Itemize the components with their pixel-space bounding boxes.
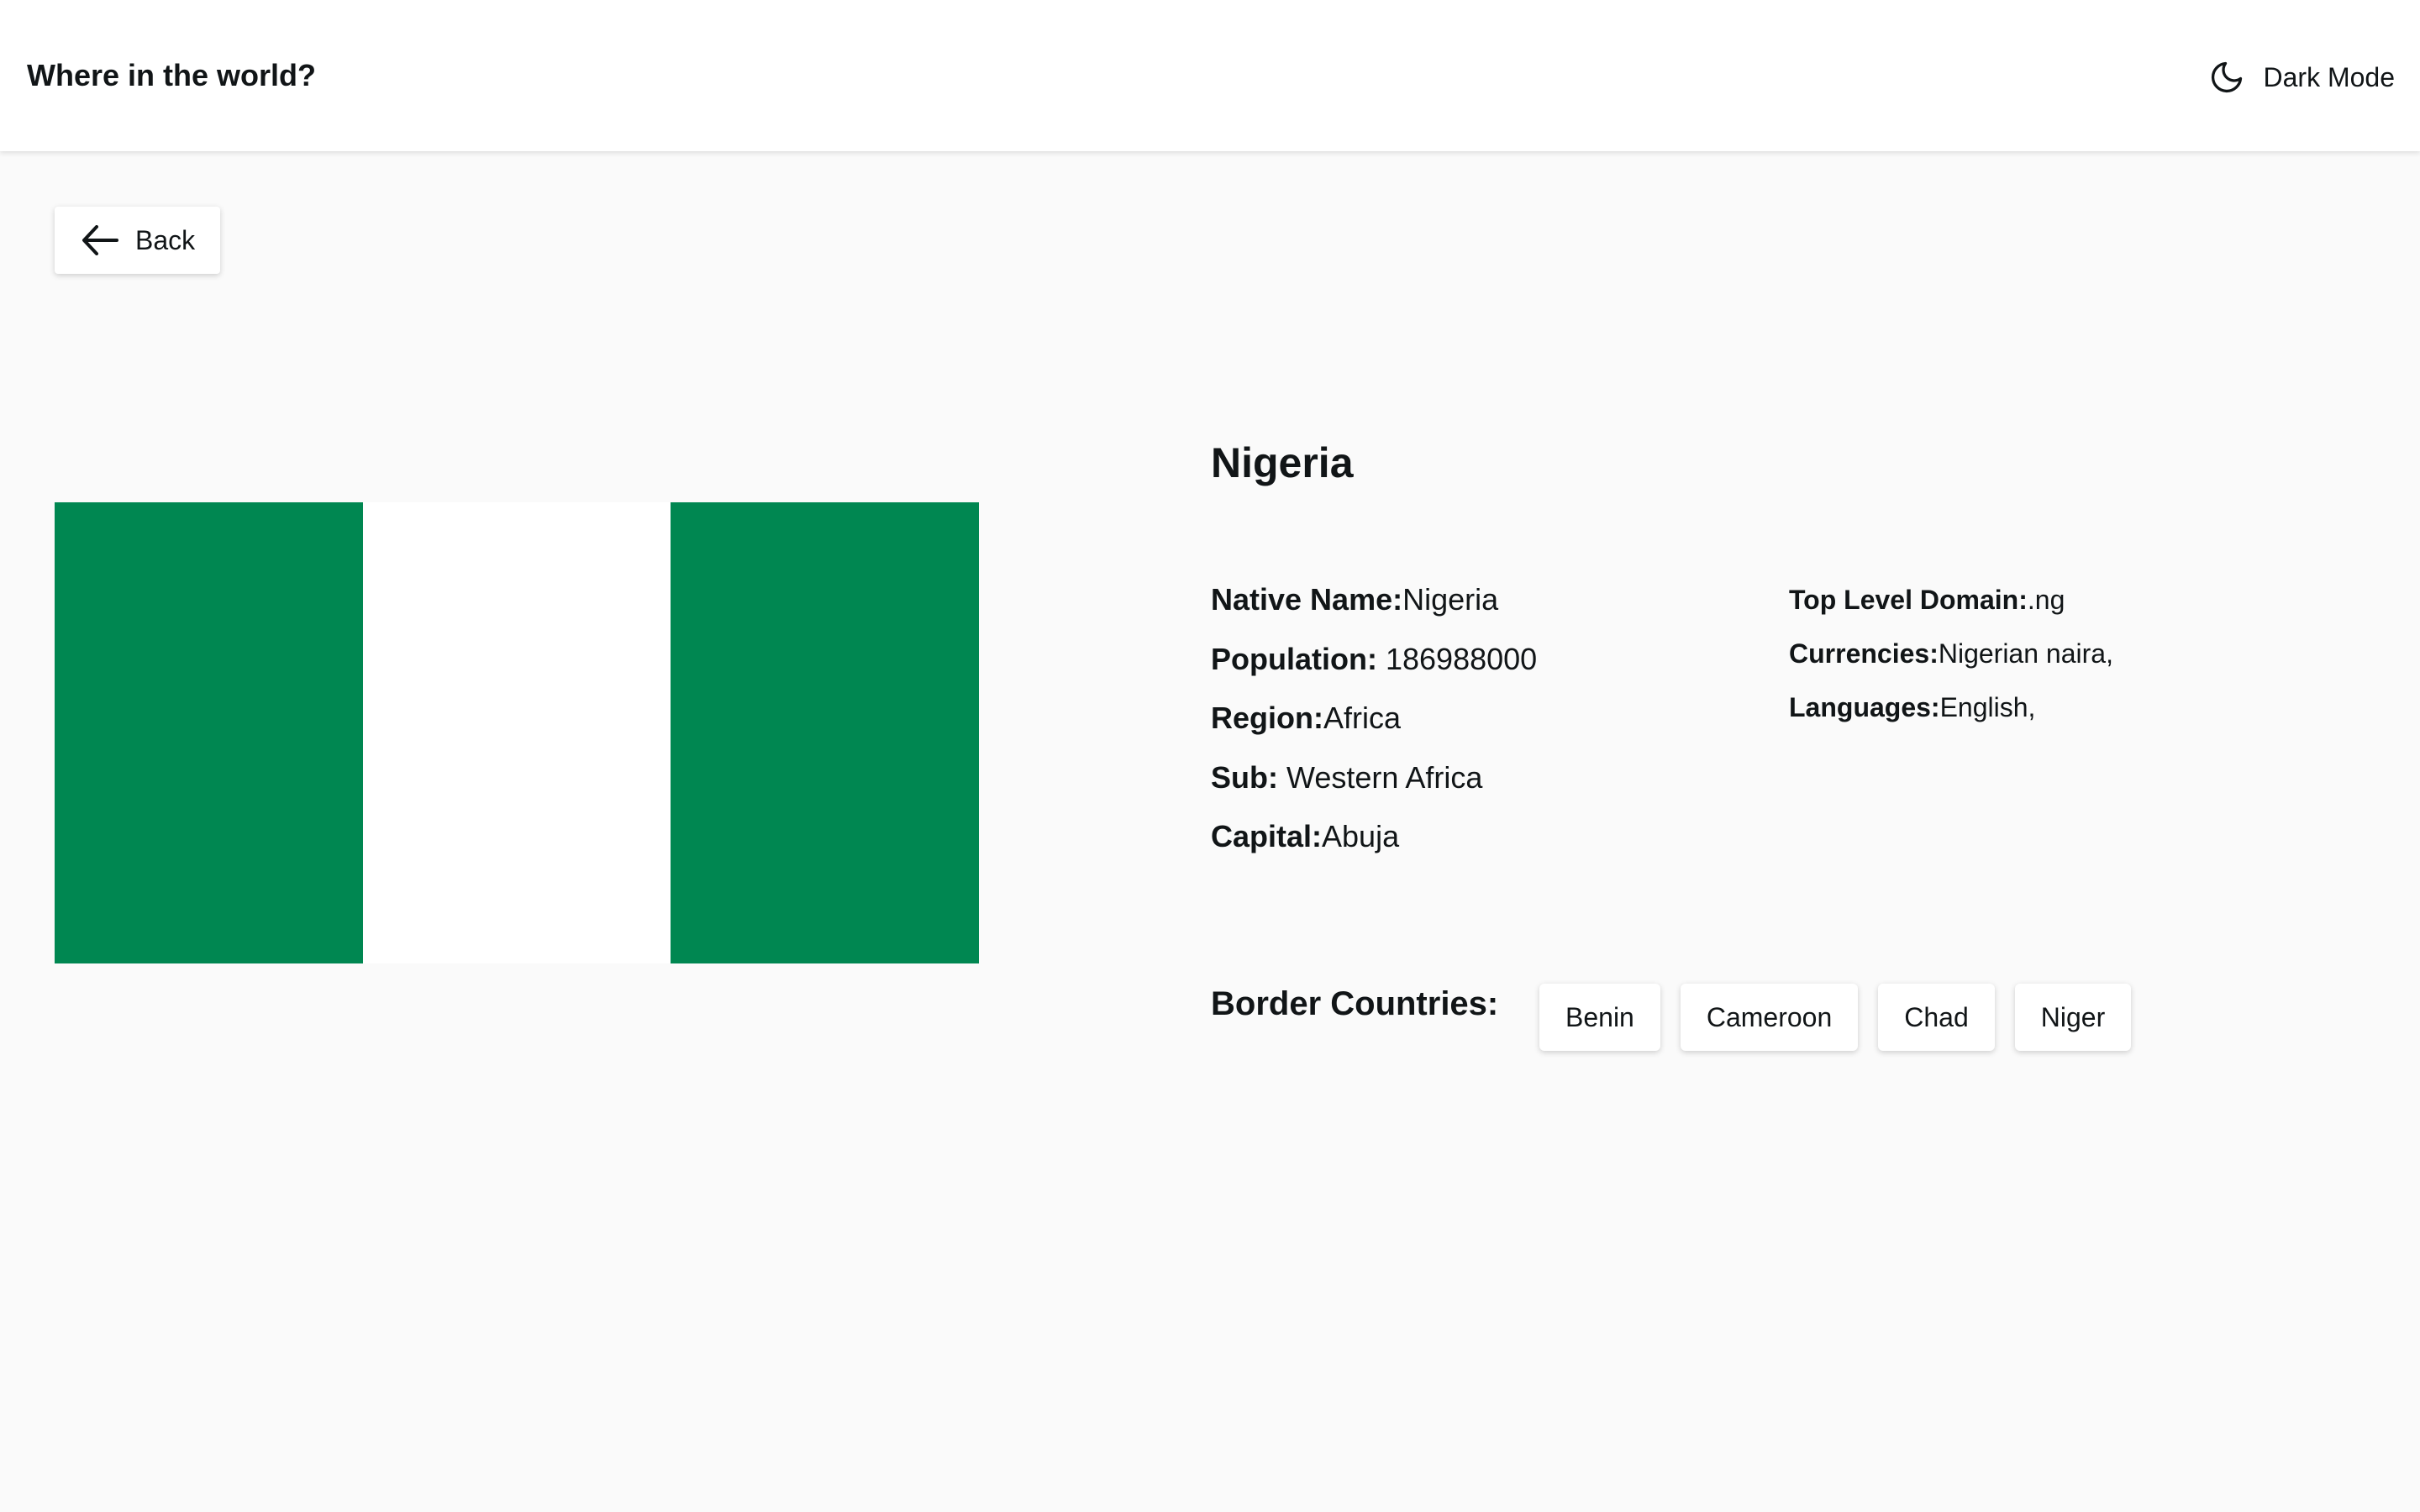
languages-label: Languages: <box>1789 692 1940 722</box>
languages-row: Languages:English, <box>1789 690 2113 744</box>
dark-mode-label: Dark Mode <box>2263 62 2396 92</box>
border-country-button[interactable]: Chad <box>1878 984 1995 1051</box>
population-value: 186988000 <box>1385 641 1538 676</box>
border-countries-list: Benin Cameroon Chad Niger <box>1539 984 2151 1051</box>
app-header: Where in the world? Dark Mode <box>0 0 2420 151</box>
capital-row: Capital:Abuja <box>1211 818 1537 878</box>
languages-value: English, <box>1939 692 2036 722</box>
currencies-value: Nigerian naira, <box>1938 638 2113 669</box>
border-country-button[interactable]: Niger <box>2014 984 2132 1051</box>
border-country-button[interactable]: Benin <box>1539 984 1660 1051</box>
native-name-row: Native Name:Nigeria <box>1211 581 1537 641</box>
subregion-value: Western Africa <box>1286 759 1483 795</box>
flag-band-right <box>671 502 980 963</box>
country-flag <box>55 502 980 963</box>
region-row: Region:Africa <box>1211 700 1537 759</box>
border-country-button[interactable]: Cameroon <box>1680 984 1859 1051</box>
tld-label: Top Level Domain: <box>1789 585 2028 615</box>
back-button-label: Back <box>135 225 196 255</box>
capital-value: Abuja <box>1322 819 1400 853</box>
subregion-row: Sub: Western Africa <box>1211 759 1537 819</box>
border-countries-label: Border Countries: <box>1211 985 1499 1022</box>
tld-row: Top Level Domain:.ng <box>1789 583 2113 637</box>
moon-icon <box>2211 61 2242 93</box>
country-info-primary: Native Name:Nigeria Population: 18698800… <box>1211 581 1537 878</box>
tld-value: .ng <box>2027 585 2065 615</box>
flag-band-middle <box>362 502 671 963</box>
capital-label: Capital: <box>1211 819 1323 853</box>
dark-mode-toggle[interactable]: Dark Mode <box>2208 57 2396 97</box>
country-info-secondary: Top Level Domain:.ng Currencies:Nigerian… <box>1789 583 2113 744</box>
country-name: Nigeria <box>1211 439 1354 486</box>
native-name-value: Nigeria <box>1402 582 1499 617</box>
population-row: Population: 186988000 <box>1211 641 1537 701</box>
region-value: Africa <box>1323 701 1402 735</box>
currencies-label: Currencies: <box>1789 638 1939 669</box>
app-title: Where in the world? <box>27 58 317 92</box>
flag-band-left <box>55 502 363 963</box>
arrow-left-icon <box>82 225 118 255</box>
region-label: Region: <box>1211 701 1323 735</box>
currencies-row: Currencies:Nigerian naira, <box>1789 637 2113 690</box>
back-button[interactable]: Back <box>55 207 220 274</box>
population-label: Population: <box>1211 641 1377 676</box>
subregion-label: Sub: <box>1211 759 1278 795</box>
native-name-label: Native Name: <box>1211 582 1403 617</box>
